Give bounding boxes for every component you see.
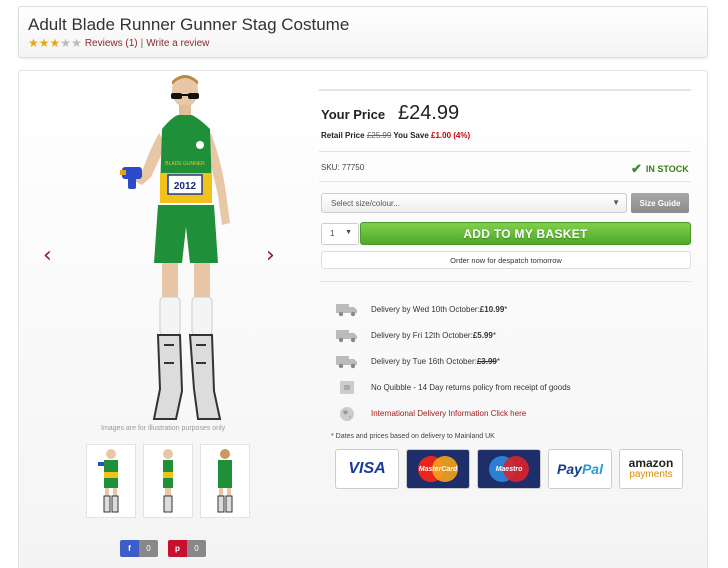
product-title: Adult Blade Runner Gunner Stag Costume [28, 15, 350, 34]
maestro-logo: Maestro [477, 449, 541, 489]
price-value: £24.99 [398, 102, 460, 124]
payments-text: payments [629, 469, 673, 480]
divider [319, 89, 691, 91]
retail-label: Retail Price [321, 131, 365, 140]
divider [319, 181, 691, 182]
divider [319, 151, 691, 152]
social-share: f 0 p 0 [120, 540, 206, 557]
next-image-arrow[interactable]: › [266, 243, 275, 268]
costume-figure-image: 2012 BLADE GUNNER [120, 75, 230, 420]
quantity-select[interactable]: 1 ▼ [321, 223, 359, 245]
delivery-option: Delivery by Tue 16th October: £3.99 * [335, 354, 500, 369]
thumbnail-image [217, 449, 233, 513]
paypal-pay: Pay [557, 461, 582, 477]
mastercard-text: MasterCard [418, 465, 458, 473]
star-icon: ★ [71, 36, 82, 50]
paypal-logo: Pay Pal [548, 449, 612, 489]
delivery-price: £3.99 [476, 357, 497, 366]
returns-policy: No Quibble - 14 Day returns policy from … [335, 380, 571, 395]
rating-row: ★ ★ ★ ★ ★ Reviews (1) | Write a review [28, 37, 209, 49]
amazon-payments-logo: amazon payments [619, 449, 683, 489]
share-count: 0 [139, 540, 158, 557]
thumbnail-strip [86, 444, 250, 518]
retail-price: £25.99 [366, 131, 392, 140]
thumbnail-side[interactable] [143, 444, 193, 518]
thumbnail-image [163, 449, 173, 513]
thumbnail-front[interactable] [86, 444, 136, 518]
facebook-icon: f [120, 540, 139, 557]
product-main-image[interactable]: 2012 BLADE GUNNER [114, 73, 254, 423]
delivery-footnote: * Dates and prices based on delivery to … [331, 433, 495, 440]
facebook-share-button[interactable]: f 0 [120, 540, 158, 557]
quantity-value: 1 [330, 229, 335, 238]
delivery-suffix: * [492, 331, 496, 340]
star-rating: ★ ★ ★ ★ ★ [28, 37, 82, 49]
mastercard-logo: MasterCard [406, 449, 470, 489]
maestro-text: Maestro [495, 465, 523, 473]
delivery-text: Delivery by Tue 16th October: [371, 357, 477, 366]
star-icon: ★ [38, 36, 50, 50]
chevron-down-icon: ▼ [345, 229, 352, 236]
product-panel: 2012 BLADE GUNNER ‹ › Images are for ill… [18, 70, 708, 568]
save-label: You Save [393, 131, 429, 140]
write-review-link[interactable]: Write a review [146, 38, 209, 49]
chevron-down-icon: ▼ [612, 198, 620, 207]
sku-label: SKU: 77750 [321, 163, 365, 172]
paypal-pal: Pal [581, 461, 603, 477]
truck-icon [335, 354, 359, 369]
delivery-price: £5.99 [472, 331, 493, 340]
size-colour-select[interactable]: Select size/colour... ▼ [321, 193, 627, 213]
thumbnail-back[interactable] [200, 444, 250, 518]
globe-icon [335, 406, 359, 421]
delivery-text: Delivery by Fri 12th October: [371, 331, 473, 340]
international-delivery: International Delivery Information Click… [335, 406, 526, 421]
stock-status: ✔ IN STOCK [631, 161, 689, 177]
box-icon [335, 380, 359, 395]
size-guide-button[interactable]: Size Guide [631, 193, 689, 213]
star-icon: ★ [28, 36, 39, 50]
star-icon: ★ [49, 36, 61, 50]
visa-logo: VISA [335, 449, 399, 489]
delivery-option: Delivery by Wed 10th October: £10.99 * [335, 302, 507, 317]
payment-methods: VISA MasterCard Maestro Pay Pal amazon pa… [335, 449, 683, 489]
star-icon: ★ [60, 36, 72, 50]
international-delivery-link[interactable]: International Delivery Information Click… [371, 409, 526, 418]
despatch-note: Order now for despatch tomorrow [321, 251, 691, 269]
svg-text:2012: 2012 [174, 181, 197, 192]
image-disclaimer: Images are for illustration purposes onl… [101, 425, 226, 432]
add-to-basket-button[interactable]: ADD TO MY BASKET [360, 222, 691, 245]
save-amount: £1.00 (4%) [431, 131, 471, 140]
previous-image-arrow[interactable]: ‹ [43, 243, 52, 268]
separator: | [140, 37, 144, 49]
retail-price-line: Retail Price £25.99 You Save £1.00 (4%) [321, 131, 470, 140]
delivery-option: Delivery by Fri 12th October: £5.99 * [335, 328, 496, 343]
share-count: 0 [187, 540, 206, 557]
stock-status-text: IN STOCK [645, 164, 689, 174]
pinterest-icon: p [168, 540, 187, 557]
thumbnail-image [98, 449, 119, 513]
delivery-suffix: * [496, 357, 500, 366]
size-select-placeholder: Select size/colour... [331, 199, 400, 208]
returns-text: No Quibble - 14 Day returns policy from … [371, 383, 571, 392]
delivery-text: Delivery by Wed 10th October: [371, 305, 480, 314]
reviews-link[interactable]: Reviews (1) [85, 38, 138, 49]
amazon-text: amazon [628, 456, 674, 470]
divider [319, 281, 691, 282]
checkmark-icon: ✔ [631, 161, 642, 176]
truck-icon [335, 328, 359, 343]
your-price-label: Your Price [321, 107, 386, 122]
delivery-price: £10.99 [479, 305, 505, 314]
delivery-suffix: * [504, 305, 508, 314]
svg-text:BLADE GUNNER: BLADE GUNNER [165, 161, 205, 167]
truck-icon [335, 302, 359, 317]
product-header: Adult Blade Runner Gunner Stag Costume ★… [18, 6, 708, 58]
pinterest-share-button[interactable]: p 0 [168, 540, 206, 557]
